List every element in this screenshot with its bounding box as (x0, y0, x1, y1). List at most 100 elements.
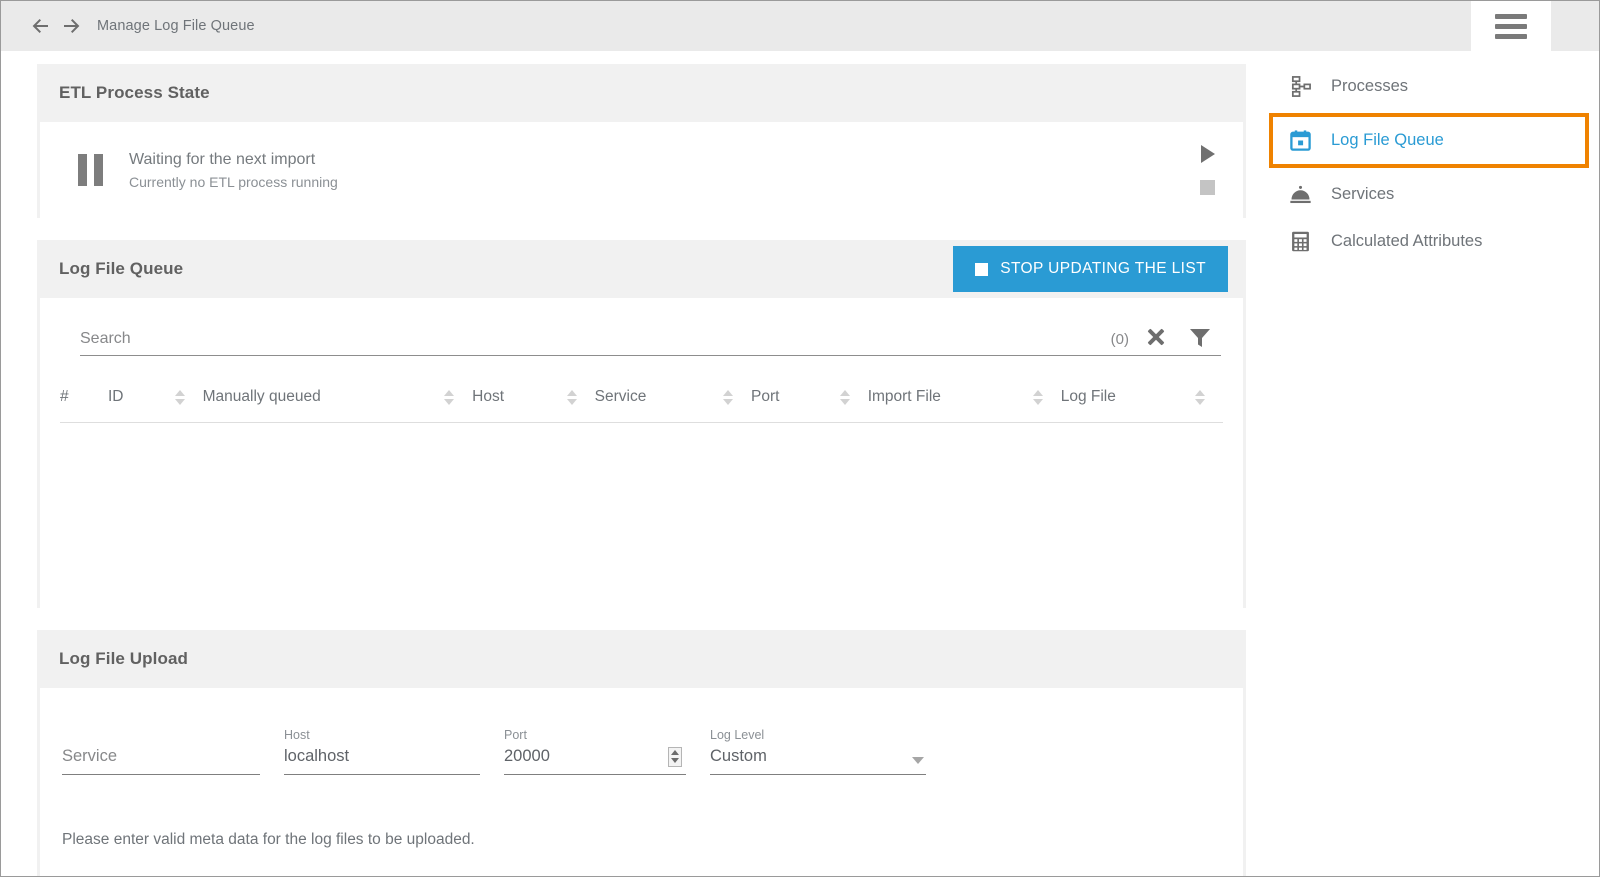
table-col-port[interactable]: Port (751, 374, 868, 423)
sidebar-item-processes[interactable]: Processes (1269, 63, 1589, 110)
hamburger-menu-icon[interactable] (1471, 1, 1551, 51)
table-col-manually-queued-label: Manually queued (203, 388, 321, 406)
table-col-service[interactable]: Service (595, 374, 751, 423)
upload-card-body: Host Port Log Level (40, 688, 1243, 877)
stop-updating-list-button[interactable]: STOP UPDATING THE LIST (953, 246, 1228, 292)
table-col-log-file-label: Log File (1061, 388, 1116, 406)
upload-card-title: Log File Upload (59, 649, 188, 669)
table-col-host[interactable]: Host (472, 374, 595, 423)
log-file-queue-card: Log File Queue STOP UPDATING THE LIST (0… (37, 240, 1246, 608)
sort-icon[interactable] (175, 390, 185, 405)
stepper-up-icon[interactable] (671, 750, 679, 755)
upload-hint-text: Please enter valid meta data for the log… (62, 831, 1243, 849)
arrow-left-icon[interactable] (31, 17, 49, 35)
search-input[interactable] (80, 330, 1111, 348)
etl-status: Waiting for the next import Currently no… (40, 122, 1243, 218)
main-column: ETL Process State Waiting for the next i… (37, 64, 1246, 877)
port-input[interactable] (504, 745, 686, 775)
service-dome-icon (1287, 182, 1313, 208)
sidebar-item-services[interactable]: Services (1269, 171, 1589, 218)
queue-card-header: Log File Queue STOP UPDATING THE LIST (37, 240, 1246, 298)
navigation-arrows (31, 17, 81, 35)
table-col-import-file-label: Import File (868, 388, 941, 406)
clear-x-icon[interactable] (1145, 326, 1167, 348)
play-icon[interactable] (1201, 145, 1215, 163)
table-col-log-file[interactable]: Log File (1061, 374, 1223, 423)
stop-icon[interactable] (1200, 180, 1215, 195)
sidebar-item-calculated-attributes-label: Calculated Attributes (1331, 232, 1482, 251)
host-field-label: Host (284, 728, 480, 745)
page-content: ETL Process State Waiting for the next i… (1, 51, 1599, 876)
filter-funnel-icon[interactable] (1189, 328, 1211, 348)
port-field-group: Port (504, 728, 686, 775)
queue-table-head: # ID Manually (60, 374, 1223, 423)
host-field-group: Host (284, 728, 480, 775)
upload-card-header: Log File Upload (37, 630, 1246, 688)
sort-icon[interactable] (1033, 390, 1043, 405)
host-input[interactable] (284, 745, 480, 775)
service-input[interactable] (62, 745, 260, 775)
sort-icon[interactable] (567, 390, 577, 405)
etl-process-state-card: ETL Process State Waiting for the next i… (37, 64, 1246, 218)
stop-updating-list-label: STOP UPDATING THE LIST (1000, 260, 1206, 278)
queue-table: # ID Manually (60, 374, 1223, 608)
port-stepper[interactable] (668, 747, 682, 767)
table-col-host-label: Host (472, 388, 504, 406)
table-header-row: # ID Manually (60, 374, 1223, 423)
etl-actions (1200, 122, 1215, 218)
right-sidebar: Processes Log File Queue (1269, 63, 1589, 265)
log-level-field-label: Log Level (710, 728, 926, 745)
sort-icon[interactable] (723, 390, 733, 405)
etl-status-text: Waiting for the next import Currently no… (129, 149, 338, 192)
chevron-down-icon[interactable] (912, 757, 924, 764)
log-level-field-group: Log Level (710, 728, 926, 775)
breadcrumb[interactable]: Manage Log File Queue (97, 18, 255, 34)
search-row: (0) (80, 320, 1221, 356)
sort-icon[interactable] (444, 390, 454, 405)
table-col-manually-queued[interactable]: Manually queued (203, 374, 473, 423)
sort-icon[interactable] (840, 390, 850, 405)
queue-card-title: Log File Queue (59, 259, 183, 279)
table-empty-state (60, 423, 1223, 608)
service-field-label (62, 728, 260, 745)
etl-card-header: ETL Process State (37, 64, 1246, 122)
sitemap-icon (1287, 74, 1313, 100)
arrow-right-icon[interactable] (63, 17, 81, 35)
queue-table-body (60, 423, 1223, 608)
calendar-icon (1287, 128, 1313, 154)
upload-fields-row: Host Port Log Level (40, 728, 1243, 775)
pause-bar (94, 154, 103, 186)
log-level-select[interactable] (710, 745, 926, 775)
table-col-import-file[interactable]: Import File (868, 374, 1061, 423)
table-col-id[interactable]: ID (108, 374, 203, 423)
queue-card-body: (0) # (40, 298, 1243, 608)
sidebar-item-processes-label: Processes (1331, 77, 1408, 96)
port-field-label: Port (504, 728, 686, 745)
sidebar-item-log-file-queue-label: Log File Queue (1331, 131, 1444, 150)
hamburger-bar (1495, 14, 1527, 19)
log-file-upload-card: Log File Upload Host Port (37, 630, 1246, 877)
table-col-number-label: # (60, 388, 69, 405)
hamburger-bar (1495, 34, 1527, 39)
stepper-down-icon[interactable] (671, 758, 679, 763)
sort-icon[interactable] (1195, 390, 1205, 405)
page-title: ETL Process State (59, 83, 210, 103)
etl-card-body: Waiting for the next import Currently no… (40, 122, 1243, 218)
table-col-port-label: Port (751, 388, 779, 406)
service-field-group (62, 728, 260, 775)
pause-icon (78, 154, 103, 186)
etl-status-title: Waiting for the next import (129, 149, 338, 171)
table-col-number[interactable]: # (60, 374, 108, 423)
sidebar-item-log-file-queue[interactable]: Log File Queue (1269, 113, 1589, 168)
sidebar-item-services-label: Services (1331, 185, 1394, 204)
search-result-count: (0) (1111, 331, 1129, 348)
app-window: Manage Log File Queue ETL Process State (0, 0, 1600, 877)
etl-status-subtitle: Currently no ETL process running (129, 172, 338, 192)
top-bar: Manage Log File Queue (1, 1, 1599, 51)
sidebar-item-calculated-attributes[interactable]: Calculated Attributes (1269, 218, 1589, 265)
hamburger-bar (1495, 24, 1527, 29)
table-col-service-label: Service (595, 388, 647, 406)
calculator-icon (1287, 229, 1313, 255)
stop-square-icon (975, 263, 988, 276)
pause-bar (78, 154, 87, 186)
